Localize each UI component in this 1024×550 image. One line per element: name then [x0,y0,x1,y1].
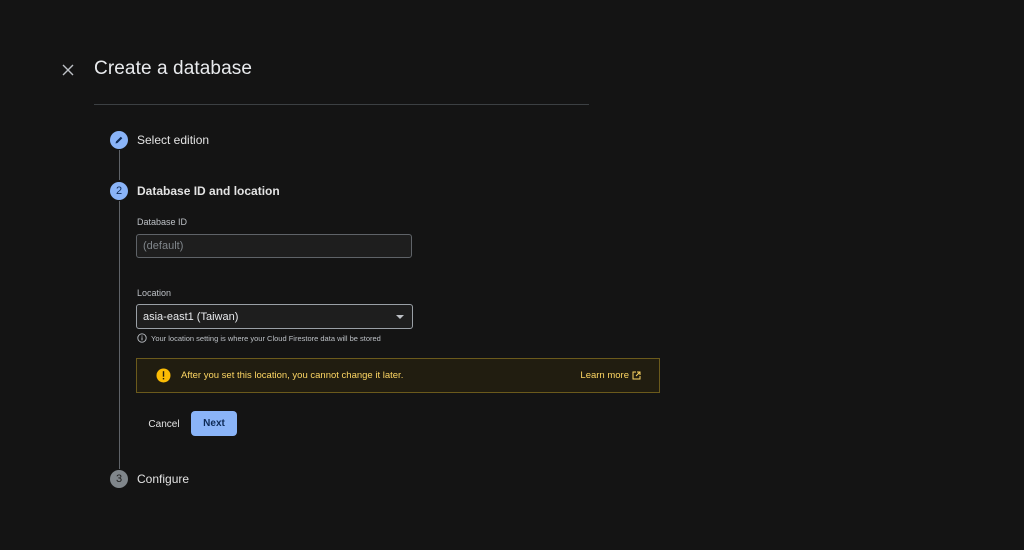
location-selected-value: asia-east1 (Taiwan) [143,310,239,323]
step-2-label: Database ID and location [137,184,280,198]
title-divider [94,104,589,105]
step-3-indicator: 3 [110,470,128,488]
step-connector [119,150,120,180]
info-icon [137,333,147,343]
database-id-input[interactable] [137,235,411,257]
step-1-label[interactable]: Select edition [137,133,209,147]
step-connector [119,201,120,469]
edit-pencil-icon [115,136,123,144]
close-button[interactable] [58,60,78,80]
next-button[interactable]: Next [191,411,237,436]
dropdown-arrow-icon [396,314,404,319]
warning-icon [156,368,171,383]
step-1-indicator [110,131,128,149]
location-hint-text: Your location setting is where your Clou… [151,333,381,343]
learn-more-link[interactable]: Learn more [580,370,641,381]
database-id-label: Database ID [137,217,188,227]
database-id-field[interactable] [136,234,412,258]
learn-more-label: Learn more [580,370,629,381]
close-icon [62,64,74,76]
cancel-button[interactable]: Cancel [141,413,187,435]
warning-text: After you set this location, you cannot … [181,370,404,381]
location-warning: After you set this location, you cannot … [136,358,660,393]
location-select[interactable]: asia-east1 (Taiwan) [136,304,413,329]
external-link-icon [632,371,641,380]
page-title: Create a database [94,58,253,79]
location-hint: Your location setting is where your Clou… [137,333,381,343]
step-3-label[interactable]: Configure [137,472,189,486]
location-label: Location [137,288,172,298]
step-2-indicator: 2 [110,182,128,200]
